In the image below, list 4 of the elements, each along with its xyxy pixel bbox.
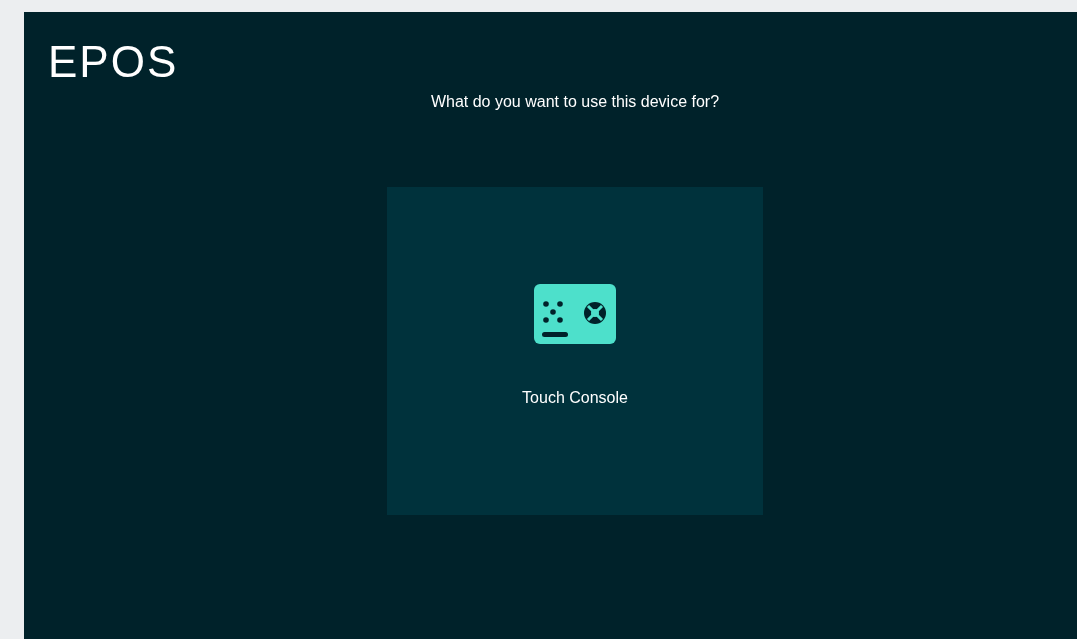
- console-icon: [534, 284, 616, 344]
- question-heading: What do you want to use this device for?: [430, 92, 720, 112]
- logo: EPOS: [48, 37, 179, 86]
- device-option-card[interactable]: Touch Console: [387, 187, 763, 515]
